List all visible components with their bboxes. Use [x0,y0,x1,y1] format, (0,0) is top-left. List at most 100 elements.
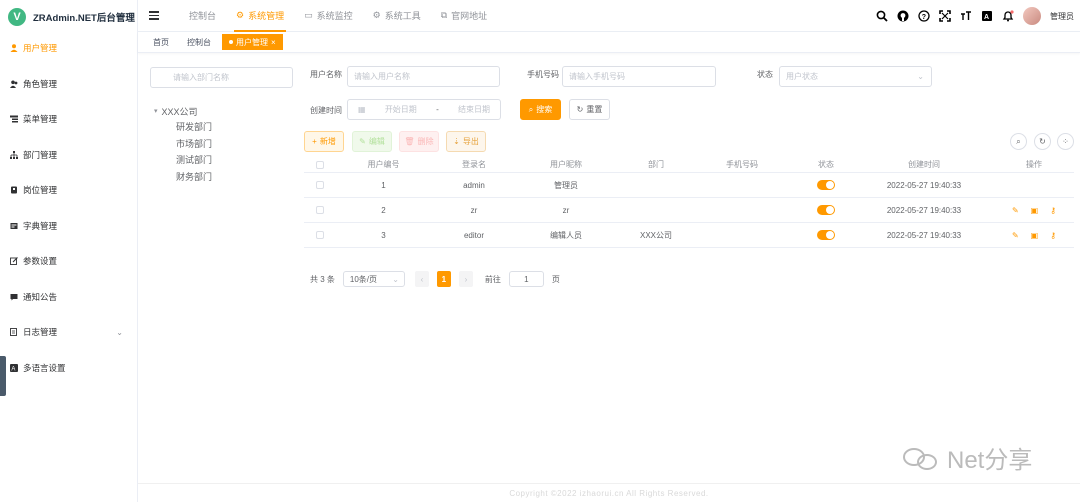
sidebar-item-users[interactable]: 用户管理 [0,38,137,58]
sidebar-drawer-handle[interactable] [0,356,6,396]
wechat-logo-icon [903,444,941,472]
sidebar-item-depts[interactable]: 部门管理 [0,145,137,165]
sidebar-item-dict[interactable]: 字典管理 [0,216,137,236]
row-checkbox[interactable] [314,223,326,247]
add-button[interactable]: + 新增 [304,131,344,152]
topnav-website[interactable]: ⧉ 官网地址 [431,0,497,32]
font-size-icon[interactable] [960,10,972,22]
logo[interactable]: V ZRAdmin.NET后台管理 [0,0,137,34]
sidebar-item-logs[interactable]: 日志管理 ⌄ [0,322,137,342]
edit-icon[interactable]: ✎ [1012,231,1019,240]
edit-button[interactable]: ✎ 编辑 [352,131,392,152]
cell-login: zr [470,205,478,215]
end-date-placeholder: 结束日期 [457,105,490,114]
tree-node-root[interactable]: ▾ XXX公司 [154,103,212,119]
tag-home[interactable]: 首页 [146,34,176,50]
peoples-icon [10,80,18,88]
tree-node[interactable]: 市场部门 [154,136,212,153]
username-input[interactable]: 请输入用户名称 [347,66,500,87]
avatar[interactable] [1023,7,1041,25]
question-icon[interactable]: ? [918,10,930,22]
reset-button-label: 重置 [586,105,603,114]
sidebar-item-notice[interactable]: 通知公告 [0,287,137,307]
topnav-dashboard[interactable]: 控制台 [179,0,226,32]
message-icon [10,294,18,301]
topnav-tools[interactable]: ⚙ 系统工具 [363,0,431,32]
tree-node[interactable]: 财务部门 [154,169,212,186]
hamburger-icon[interactable] [149,11,159,20]
fullscreen-icon[interactable] [939,10,951,22]
sidebar-item-roles[interactable]: 角色管理 [0,74,137,94]
row-checkbox[interactable] [314,173,326,197]
topnav-monitor[interactable]: ▭ 系统监控 [294,0,363,32]
reset-button[interactable]: ↻ 重置 [569,99,610,120]
key-icon[interactable]: ⚷ [1050,231,1056,240]
close-icon[interactable]: × [271,38,276,47]
status-select[interactable]: 用户状态 ⌄ [779,66,932,87]
bell-icon[interactable] [1002,10,1014,22]
edit-icon: ✎ [359,137,366,146]
sidebar-item-config[interactable]: 参数设置 [0,251,137,271]
next-page-button[interactable]: › [458,271,473,287]
sidebar-item-label: 菜单管理 [23,114,58,124]
search-icon: ⌕ [528,104,534,114]
tree-node[interactable]: 测试部门 [154,152,212,169]
status-switch[interactable] [786,223,866,247]
cell-login: editor [463,230,484,240]
start-date-placeholder: 开始日期 [384,105,417,114]
phone-input[interactable]: 请输入手机号码 [562,66,716,87]
chevron-down-icon: ⌄ [116,327,123,337]
sidebar-item-label: 用户管理 [23,43,58,53]
dept-search-input[interactable]: 请输入部门名称 [150,67,293,88]
columns-button[interactable]: ⁘ [1057,133,1074,150]
page-size-value: 10条/页 [349,274,378,284]
prev-page-button[interactable]: ‹ [414,271,429,287]
trash-icon[interactable]: ▣ [1031,206,1039,215]
cell-user-id: 2 [381,205,386,215]
delete-button[interactable]: 🗑 删除 [399,131,439,152]
sidebar-item-menus[interactable]: 菜单管理 [0,109,137,129]
sidebar-item-posts[interactable]: 岗位管理 [0,180,137,200]
trash-icon[interactable]: ▣ [1031,231,1039,240]
sidebar-item-label: 岗位管理 [23,185,58,195]
tag-label: 控制台 [187,37,211,47]
tree-table-icon [10,115,18,123]
status-switch[interactable] [786,173,866,197]
tree-icon [10,151,18,159]
export-button[interactable]: ⇣ 导出 [446,131,486,152]
tag-label: 用户管理 [236,37,268,47]
toggle-search-button[interactable]: ⌕ [1010,133,1027,150]
username[interactable]: 管理员 [1050,11,1074,22]
select-all-checkbox[interactable] [314,157,326,172]
cell-nickname: 管理员 [554,180,578,190]
language-icon: A [10,364,18,372]
header-actions: ? A 管理员 [876,0,1074,32]
goto-page-input[interactable]: 1 [508,271,544,287]
tag-user-manage[interactable]: 用户管理 × [222,34,283,50]
refresh-button[interactable]: ↻ [1034,133,1051,150]
sidebar-item-label: 部门管理 [23,150,58,160]
search-icon: ⌕ [1016,136,1021,146]
search-icon[interactable] [876,10,888,22]
row-checkbox[interactable] [314,198,326,222]
svg-text:A: A [984,14,989,21]
tree-node[interactable]: 研发部门 [154,119,212,136]
tag-dashboard[interactable]: 控制台 [180,34,218,50]
language-icon[interactable]: A [981,10,993,22]
key-icon[interactable]: ⚷ [1050,206,1056,215]
sidebar-item-label: 多语言设置 [23,363,66,373]
status-label: 状态 [757,70,773,79]
edit-icon[interactable]: ✎ [1012,206,1019,215]
sidebar-item-language[interactable]: A 多语言设置 [0,358,137,378]
search-button[interactable]: ⌕ 搜索 [520,99,561,120]
github-icon[interactable] [897,10,909,22]
page-number[interactable]: 1 [436,271,451,287]
cell-phone [702,173,782,197]
export-button-label: 导出 [462,137,479,146]
topnav-system[interactable]: ⚙ 系统管理 [226,0,294,32]
caret-down-icon[interactable]: ▾ [154,107,158,115]
date-range-picker[interactable]: ▦ 开始日期 - 结束日期 [347,99,501,120]
logo-icon: V [8,8,26,26]
status-switch[interactable] [786,198,866,222]
page-size-select[interactable]: 10条/页 ⌄ [342,271,405,287]
